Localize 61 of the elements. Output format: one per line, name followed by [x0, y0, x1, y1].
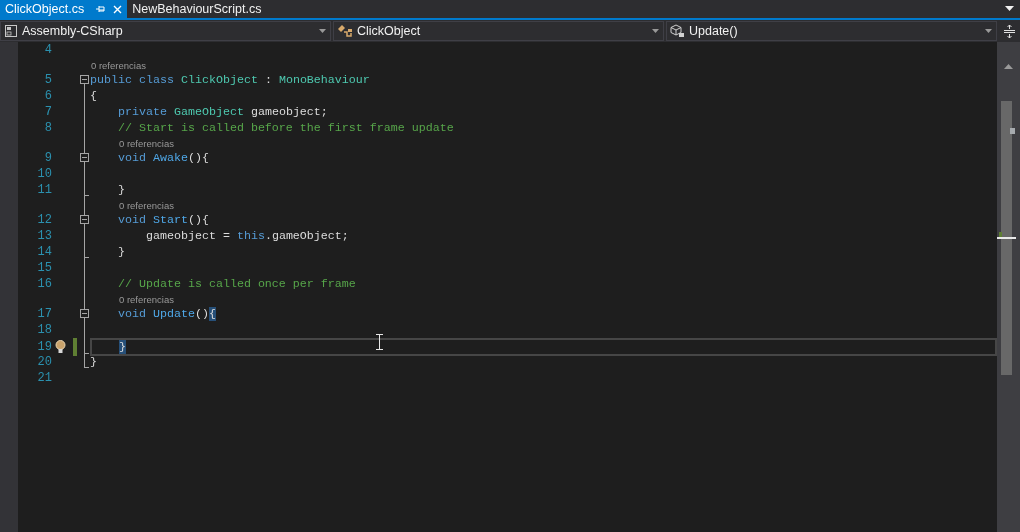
- splitter-icon[interactable]: [1003, 24, 1015, 38]
- code-line: void Awake(){: [116, 151, 209, 165]
- code-line: }: [116, 183, 125, 197]
- fold-toggle[interactable]: [80, 309, 89, 318]
- editor-tab[interactable]: NewBehaviourScript.cs: [127, 0, 267, 18]
- method-icon: [670, 24, 685, 38]
- change-marker: [999, 232, 1002, 237]
- line-number: 7: [43, 105, 52, 119]
- close-icon[interactable]: [113, 4, 123, 14]
- scroll-up-icon[interactable]: [1004, 64, 1013, 69]
- editor-tab[interactable]: ClickObject.cs: [0, 0, 128, 18]
- reference-count-link[interactable]: 0 referencias: [91, 59, 146, 71]
- scroll-marker: [1010, 128, 1015, 134]
- fold-toggle[interactable]: [80, 75, 89, 84]
- project-icon: [4, 24, 18, 38]
- code-line: // Start is called before the first frame update: [116, 121, 454, 135]
- line-number: 12: [36, 213, 52, 227]
- line-number: 20: [36, 355, 52, 369]
- scrollbar-thumb[interactable]: [1001, 101, 1012, 375]
- code-line: gameobject = this.gameObject;: [144, 229, 349, 243]
- caret-icon: [652, 29, 659, 33]
- dropdown-caret-icon[interactable]: [1005, 6, 1014, 12]
- code-line: }: [90, 355, 97, 369]
- reference-count-link[interactable]: 0 referencias: [119, 137, 174, 149]
- caret-icon: [319, 29, 326, 33]
- vertical-scrollbar[interactable]: [997, 42, 1020, 532]
- code-line: // Update is called once per frame: [116, 277, 356, 291]
- caret-icon: [985, 29, 992, 33]
- line-number: 10: [36, 167, 52, 181]
- line-number: 4: [43, 43, 52, 57]
- reference-count-link[interactable]: 0 referencias: [119, 199, 174, 211]
- class-icon: [337, 24, 353, 38]
- reference-count-link[interactable]: 0 referencias: [119, 293, 174, 305]
- line-number: 16: [36, 277, 52, 291]
- line-number: 13: [36, 229, 52, 243]
- pin-icon[interactable]: [96, 4, 106, 13]
- navigation-dropdown[interactable]: Update(): [666, 21, 997, 41]
- navigation-dropdown[interactable]: ClickObject: [333, 21, 664, 41]
- code-line: void Update(){: [116, 307, 216, 321]
- line-number: 14: [36, 245, 52, 259]
- line-number: 17: [36, 307, 52, 321]
- line-number: 19: [36, 340, 52, 354]
- line-number: 8: [43, 121, 52, 135]
- navigation-dropdown[interactable]: Assembly-CSharp: [0, 21, 331, 41]
- fold-toggle[interactable]: [80, 153, 89, 162]
- code-line: public class ClickObject : MonoBehaviour: [90, 73, 370, 87]
- line-number: 5: [43, 73, 52, 87]
- code-line: }: [116, 245, 125, 259]
- text-cursor-icon: [375, 334, 384, 350]
- line-number: 15: [36, 261, 52, 275]
- code-line: void Start(){: [116, 213, 209, 227]
- code-line: {: [90, 89, 97, 103]
- fold-toggle[interactable]: [80, 215, 89, 224]
- code-line: private GameObject gameobject;: [116, 105, 328, 119]
- line-number: 18: [36, 323, 52, 337]
- line-number: 11: [36, 183, 52, 197]
- line-number: 21: [36, 371, 52, 385]
- lightbulb-icon[interactable]: [55, 340, 66, 354]
- line-number: 6: [43, 89, 52, 103]
- caret-position-marker: [997, 237, 1016, 239]
- line-number: 9: [43, 151, 52, 165]
